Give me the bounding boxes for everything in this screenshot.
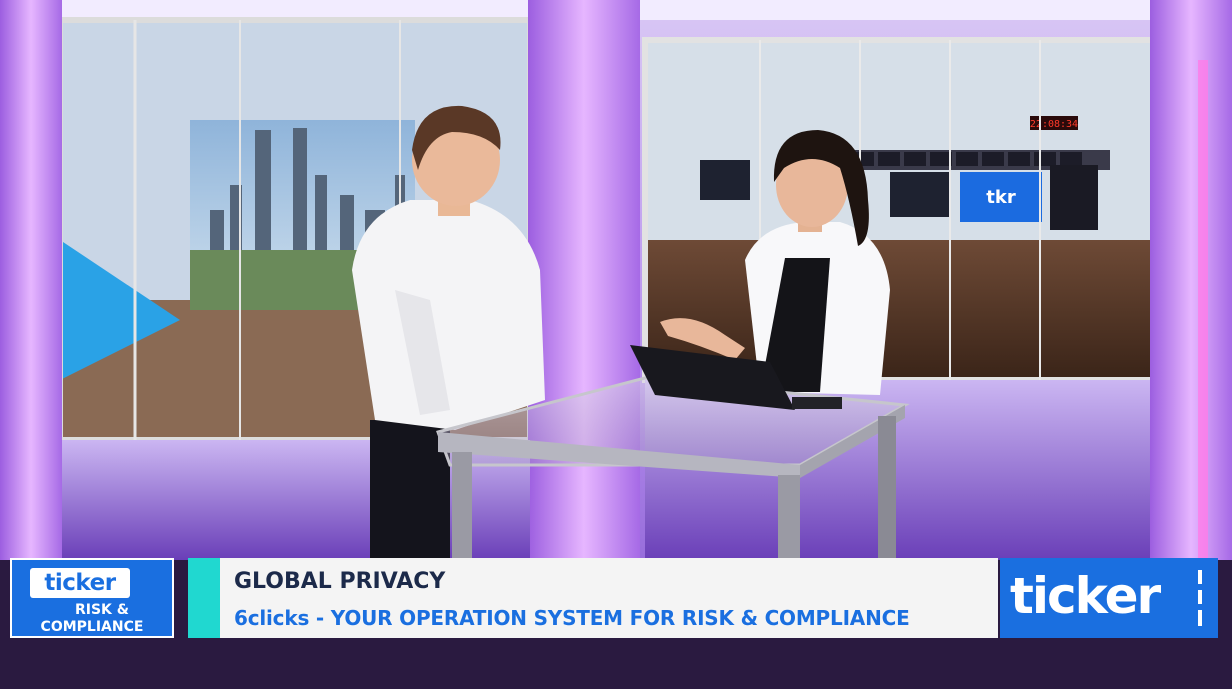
headline-subtitle: 6clicks - YOUR OPERATION SYSTEM FOR RISK… xyxy=(234,606,910,630)
headline-title: GLOBAL PRIVACY xyxy=(234,569,446,594)
headline-accent-strip xyxy=(188,558,220,638)
show-badge-line-2: COMPLIANCE xyxy=(40,619,144,635)
right-window: tkr 22:08:34 xyxy=(642,37,1158,383)
show-badge-brand: ticker xyxy=(30,568,130,598)
studio-screen-logo: tkr xyxy=(986,187,1016,208)
broadcast-frame: tkr 22:08:34 ticker RISK & COMPLIANCE GL… xyxy=(0,0,1232,689)
studio-clock: 22:08:34 xyxy=(1030,119,1078,130)
show-badge-line-1: RISK & xyxy=(74,602,129,618)
lower-third: ticker RISK & COMPLIANCE GLOBAL PRIVACY … xyxy=(0,555,1232,645)
channel-logo-word: ticker xyxy=(1010,567,1161,625)
headline-bar: GLOBAL PRIVACY 6clicks - YOUR OPERATION … xyxy=(188,558,998,638)
show-badge: ticker RISK & COMPLIANCE xyxy=(10,558,174,638)
channel-logo: ticker xyxy=(1000,558,1218,638)
channel-logo-mark-icon xyxy=(1198,570,1202,626)
